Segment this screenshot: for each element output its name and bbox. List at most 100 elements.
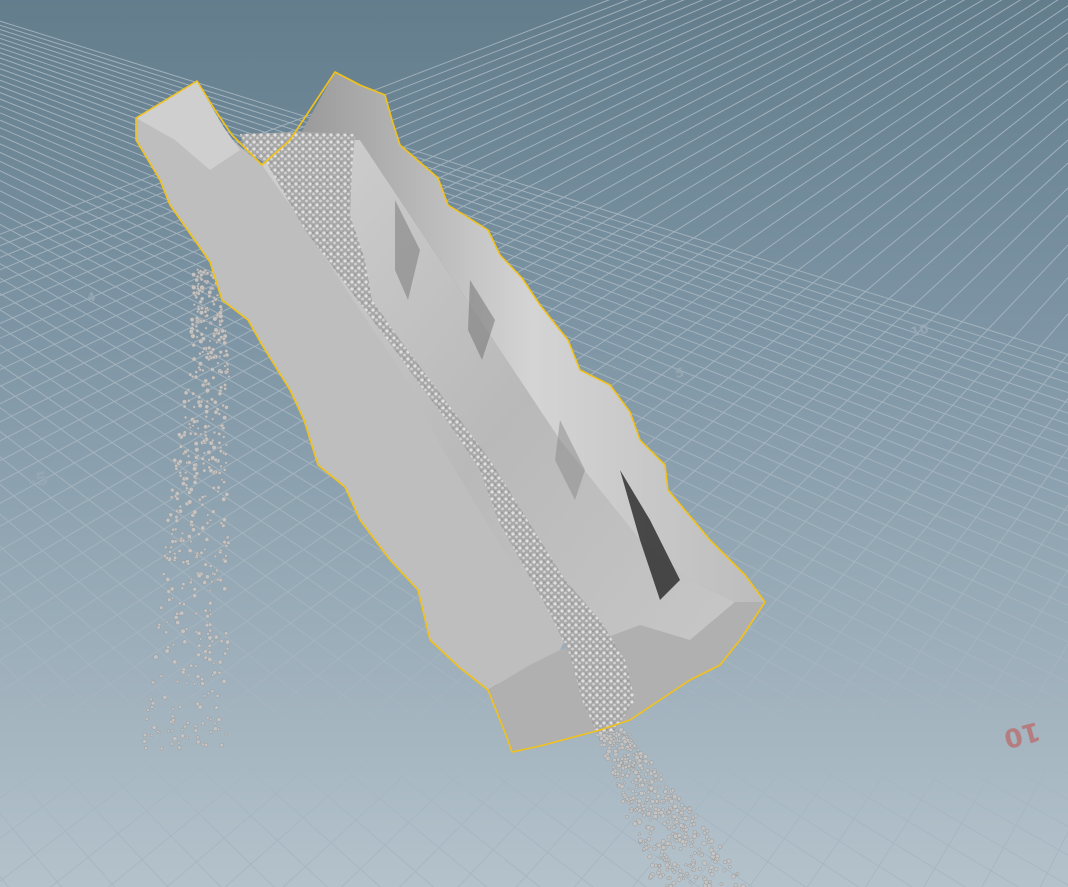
particle [646, 837, 652, 842]
particle [646, 762, 650, 766]
particle [218, 350, 223, 355]
particle [631, 796, 636, 801]
particle [217, 412, 221, 416]
particle [213, 457, 218, 462]
particle [196, 307, 201, 311]
particle [690, 840, 695, 844]
particle [200, 525, 206, 531]
particle [195, 274, 200, 279]
particle [645, 768, 650, 773]
particle [665, 868, 669, 872]
particle [690, 867, 694, 871]
particle [222, 586, 228, 592]
particle [703, 879, 709, 885]
particle [203, 547, 207, 551]
particle [652, 769, 657, 774]
particle [627, 801, 631, 805]
particle [182, 602, 186, 607]
particle [175, 679, 180, 684]
particle [208, 609, 212, 612]
particle [205, 574, 210, 580]
particle [150, 705, 154, 709]
particle [676, 864, 680, 869]
particle [187, 499, 193, 505]
particle [171, 718, 176, 723]
particle [178, 471, 182, 475]
particle [179, 538, 183, 543]
particle [730, 874, 736, 879]
particle [165, 620, 169, 624]
particle [196, 454, 200, 458]
particle [194, 664, 198, 668]
particle [209, 717, 213, 721]
particle [643, 758, 649, 764]
particle [653, 806, 658, 812]
particle [182, 399, 187, 405]
particle [196, 284, 200, 288]
particle [201, 270, 206, 275]
particle [630, 800, 634, 804]
particle [636, 802, 642, 808]
particle [188, 372, 193, 377]
particle [203, 649, 208, 654]
particle [186, 534, 192, 540]
viewport-3d[interactable]: 4 10 5 -5 5 10 [0, 0, 1068, 887]
particle [216, 485, 221, 490]
particle [636, 748, 641, 752]
particle [613, 749, 618, 754]
particle [204, 355, 209, 360]
particle [178, 474, 183, 478]
particle [191, 284, 197, 290]
particle [216, 331, 221, 336]
particle [216, 337, 222, 343]
particle [203, 378, 208, 384]
particle [200, 742, 205, 747]
particle [206, 352, 210, 356]
particle [224, 443, 228, 447]
particle [657, 785, 661, 789]
particle [223, 387, 227, 391]
particle [198, 299, 203, 304]
scene-canvas[interactable]: 4 10 5 -5 5 10 [0, 0, 1068, 887]
particle [212, 302, 216, 306]
particle [166, 589, 172, 594]
particle [623, 754, 627, 758]
particle [150, 733, 154, 737]
particle [207, 294, 212, 298]
particle [626, 752, 631, 757]
particle [208, 628, 213, 633]
particle [667, 857, 671, 862]
particle [192, 405, 196, 409]
particle [689, 844, 694, 848]
particle [676, 877, 682, 882]
particle [687, 810, 691, 814]
particle [641, 803, 645, 808]
particle [668, 861, 671, 865]
particle [212, 572, 217, 576]
particle [224, 554, 228, 558]
particle [191, 527, 196, 533]
particle [221, 426, 226, 431]
particle [648, 874, 654, 879]
particle [185, 486, 189, 490]
particle [164, 648, 170, 654]
particle [659, 856, 662, 860]
particle [224, 352, 230, 358]
particle [223, 383, 227, 387]
particle [218, 322, 223, 327]
particle [177, 741, 181, 745]
particle [205, 281, 209, 285]
particle [200, 721, 205, 726]
particle [194, 611, 199, 616]
particle [222, 468, 227, 472]
particle [196, 631, 202, 636]
particle [663, 789, 668, 794]
particle [648, 804, 653, 809]
particle [200, 306, 204, 311]
particle [186, 562, 191, 566]
particle [187, 548, 193, 553]
particle [209, 612, 213, 616]
particle [619, 784, 625, 789]
particle [678, 868, 683, 873]
particle [226, 540, 231, 545]
